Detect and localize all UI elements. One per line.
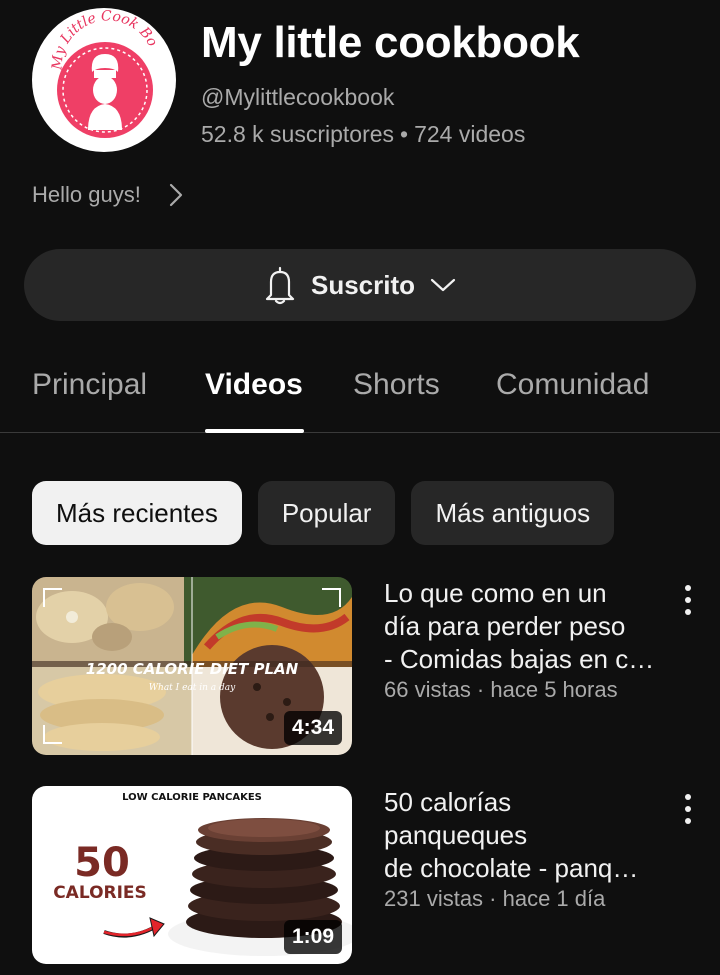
stats-separator: • — [400, 121, 409, 147]
channel-stats: 52.8 k suscriptores • 724 videos — [201, 121, 525, 148]
video-title[interactable]: 50 calorías panqueques de chocolate - pa… — [384, 786, 676, 885]
active-tab-indicator — [205, 429, 304, 433]
subscribed-button[interactable]: Suscrito — [24, 249, 696, 321]
subscriber-count: 52.8 k suscriptores — [201, 121, 395, 147]
video-thumbnail[interactable]: 1200 CALORIE DIET PLAN What I eat in a d… — [32, 577, 352, 755]
subscribed-label: Suscrito — [310, 269, 416, 300]
video-duration: 1:09 — [283, 920, 342, 954]
channel-logo: My Little Cook Book — [32, 8, 160, 138]
video-title[interactable]: Lo que como en un día para perder peso -… — [384, 577, 676, 676]
video-item: LOW CALORIE PANCAKES 50 CALORIES 1:09 50… — [32, 786, 691, 964]
video-title-line: de chocolate - panq… — [384, 853, 639, 883]
video-meta: 66 vistas · hace 5 horas — [384, 677, 618, 702]
video-duration: 4:34 — [283, 711, 342, 745]
video-title-line: 50 calorías — [384, 787, 512, 817]
chevron-down-icon — [430, 278, 456, 292]
video-title-line: panqueques — [384, 820, 528, 850]
thumbnail-title: 1200 CALORIE DIET PLAN — [86, 660, 299, 678]
video-title-line: - Comidas bajas en c… — [384, 644, 655, 674]
thumbnail-big-text: 50 — [74, 840, 130, 886]
chip-mas-recientes[interactable]: Más recientes — [32, 481, 242, 545]
tab-comunidad[interactable]: Comunidad — [496, 368, 649, 402]
channel-tabs: Principal Videos Shorts Comunidad — [0, 350, 720, 433]
video-meta: 231 vistas · hace 1 día — [384, 886, 606, 911]
more-vert-icon[interactable] — [678, 583, 698, 617]
video-title-line: día para perder peso — [384, 611, 626, 641]
video-count: 724 videos — [414, 121, 526, 147]
channel-about-link[interactable]: Hello guys! — [32, 178, 183, 212]
thumbnail-small-text: CALORIES — [53, 883, 147, 903]
channel-avatar[interactable]: My Little Cook Book — [32, 8, 176, 152]
video-thumbnail[interactable]: LOW CALORIE PANCAKES 50 CALORIES 1:09 — [32, 786, 352, 964]
chip-popular[interactable]: Popular — [257, 481, 396, 545]
channel-name: My little cookbook — [201, 18, 580, 67]
video-title-line: Lo que como en un — [384, 578, 607, 608]
video-item: 1200 CALORIE DIET PLAN What I eat in a d… — [32, 577, 691, 755]
about-text: Hello guys! — [32, 182, 141, 207]
chip-mas-antiguos[interactable]: Más antiguos — [411, 481, 615, 545]
more-vert-icon[interactable] — [678, 792, 698, 826]
bell-icon — [265, 266, 295, 305]
thumbnail-header: LOW CALORIE PANCAKES — [122, 792, 262, 803]
chevron-right-icon — [169, 183, 182, 207]
tab-principal[interactable]: Principal — [32, 368, 147, 402]
channel-handle: @Mylittlecookbook — [201, 84, 395, 110]
tab-shorts[interactable]: Shorts — [353, 368, 440, 402]
thumbnail-subtitle: What I eat in a day — [149, 683, 236, 693]
sort-chips: Más recientes Popular Más antiguos — [32, 481, 615, 545]
tab-videos[interactable]: Videos — [205, 368, 303, 402]
